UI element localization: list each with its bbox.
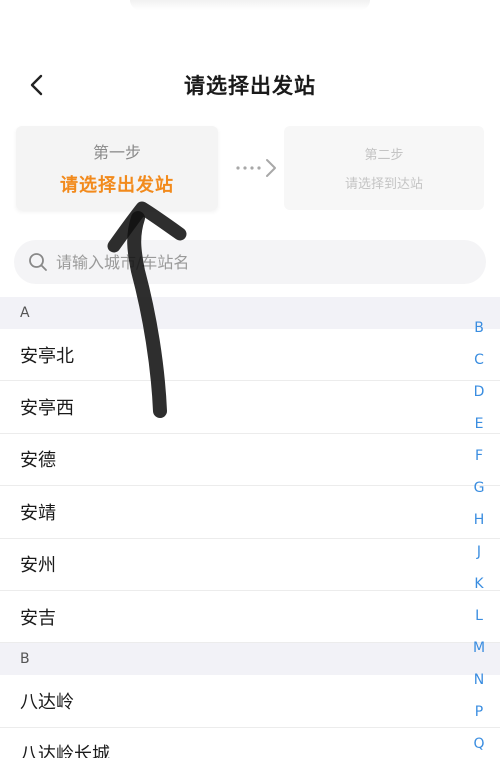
index-letter[interactable]: F xyxy=(475,440,483,472)
index-letter[interactable]: G xyxy=(474,472,485,504)
step-departure-card[interactable]: 第一步 请选择出发站 xyxy=(16,126,218,210)
alphabet-index: B C D E F G H J K L M N P Q xyxy=(470,312,488,758)
search-input[interactable] xyxy=(56,252,456,272)
step-number: 第一步 xyxy=(92,143,141,162)
dotted-arrow-icon xyxy=(236,159,276,177)
index-letter[interactable]: H xyxy=(474,504,485,536)
station-row[interactable]: 安德 xyxy=(0,434,500,487)
station-row[interactable]: 八达岭长城 xyxy=(0,728,500,758)
step-indicator: 第一步 请选择出发站 第二步 请选择到达站 xyxy=(16,126,486,212)
index-letter[interactable]: K xyxy=(474,568,483,600)
index-letter[interactable]: B xyxy=(474,312,484,344)
index-letter[interactable]: L xyxy=(475,600,483,632)
section-header-a: A xyxy=(0,297,500,329)
index-letter[interactable]: J xyxy=(477,536,481,568)
search-icon xyxy=(29,253,47,271)
station-row[interactable]: 安靖 xyxy=(0,486,500,539)
station-row[interactable]: 安亭西 xyxy=(0,381,500,434)
index-letter[interactable]: D xyxy=(474,376,485,408)
step-number: 第二步 xyxy=(364,148,404,163)
search-bar xyxy=(14,240,486,284)
index-letter[interactable]: C xyxy=(474,344,484,376)
index-letter[interactable]: Q xyxy=(473,728,484,758)
step-label: 请选择出发站 xyxy=(60,175,174,196)
station-row[interactable]: 安吉 xyxy=(0,591,500,644)
index-letter[interactable]: P xyxy=(475,696,483,728)
step-arrival-card[interactable]: 第二步 请选择到达站 xyxy=(284,126,484,210)
station-row[interactable]: 安亭北 xyxy=(0,329,500,382)
step-label: 请选择到达站 xyxy=(344,177,423,192)
page-title: 请选择出发站 xyxy=(184,74,316,98)
station-row[interactable]: 安州 xyxy=(0,539,500,591)
index-letter[interactable]: N xyxy=(474,664,484,696)
index-letter[interactable]: M xyxy=(473,632,485,664)
index-letter[interactable]: E xyxy=(475,408,484,440)
top-shadow xyxy=(130,0,370,10)
station-list: A 安亭北 安亭西 安德 安靖 安州 安吉 B 八达岭 八达岭长城 xyxy=(0,297,500,758)
section-header-b: B xyxy=(0,643,500,676)
station-row[interactable]: 八达岭 xyxy=(0,675,500,728)
nav-bar: 请选择出发站 xyxy=(0,58,500,112)
